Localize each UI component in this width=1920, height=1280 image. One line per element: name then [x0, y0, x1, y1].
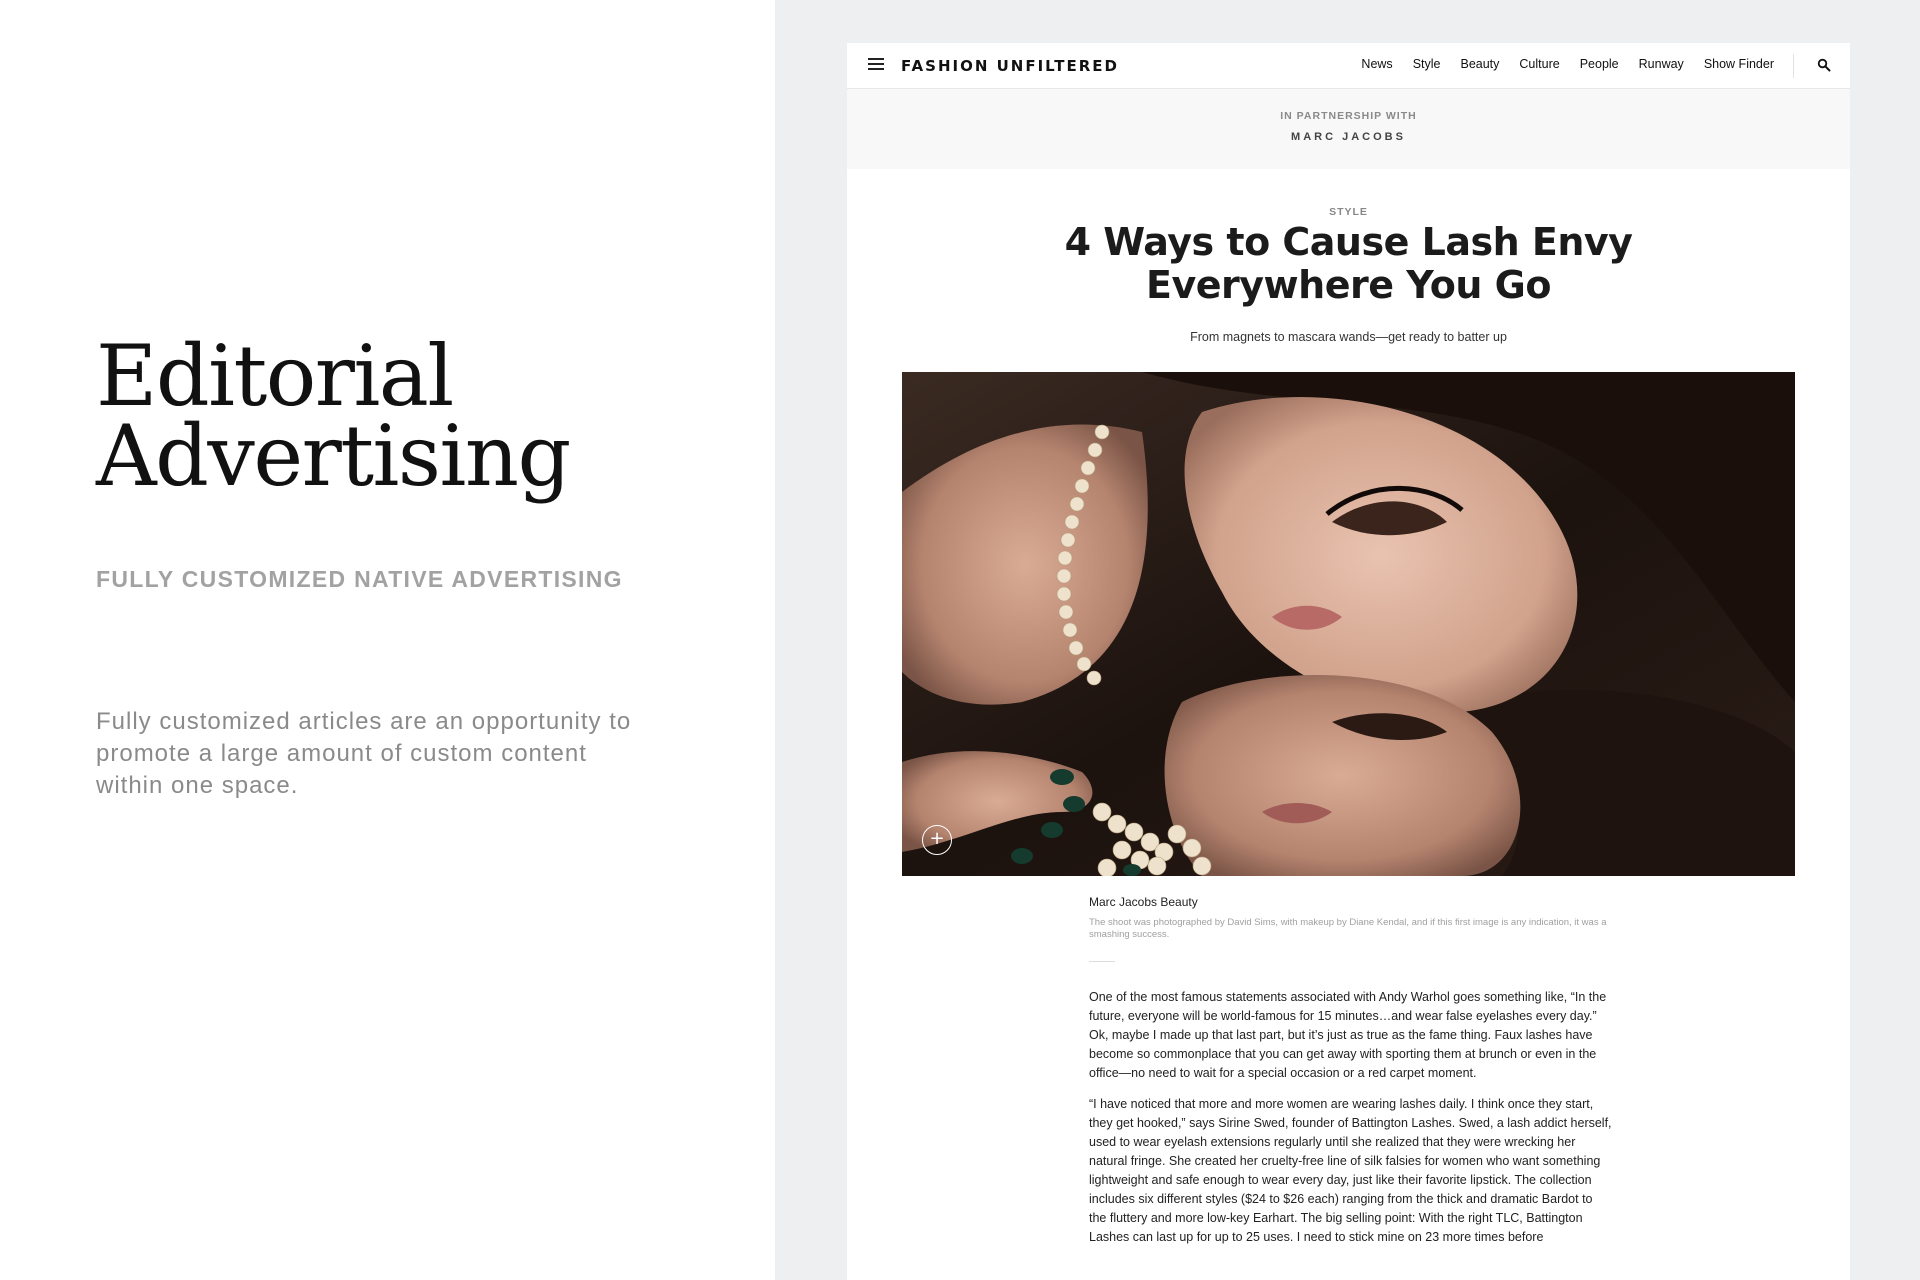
promo-panel: Editorial Advertising FULLY CUSTOMIZED N… — [0, 0, 775, 1280]
promo-subtitle: FULLY CUSTOMIZED NATIVE ADVERTISING — [96, 566, 623, 592]
article-headline: 4 Ways to Cause Lash Envy Everywhere You… — [1064, 220, 1633, 307]
promo-title-line-2: Advertising — [96, 407, 571, 505]
site-logo[interactable]: FASHION UNFILTERED — [901, 57, 1119, 75]
plus-circle-icon[interactable]: + — [922, 825, 952, 855]
caption-text: The shoot was photographed by David Sims… — [1089, 917, 1607, 940]
article-paragraph-1: One of the most famous statements associ… — [1089, 990, 1607, 1080]
hero-image: + — [902, 372, 1795, 876]
nav-item-news[interactable]: News — [1361, 57, 1392, 71]
website-preview: FASHION UNFILTERED News Style Beauty Cul… — [847, 43, 1850, 1280]
nav-item-beauty[interactable]: Beauty — [1460, 57, 1499, 71]
caption-title: Marc Jacobs Beauty — [1089, 895, 1198, 909]
site-header: FASHION UNFILTERED News Style Beauty Cul… — [847, 43, 1850, 89]
nav-divider — [1793, 54, 1794, 78]
promo-title: Editorial Advertising — [96, 327, 716, 505]
article-body: One of the most famous statements associ… — [1089, 988, 1613, 1259]
search-icon[interactable] — [1817, 58, 1831, 72]
nav-item-people[interactable]: People — [1580, 57, 1619, 71]
hero-photo-illustration — [902, 372, 1795, 876]
nav-item-runway[interactable]: Runway — [1639, 57, 1684, 71]
caption-divider — [1089, 961, 1115, 962]
article-category[interactable]: STYLE — [847, 206, 1850, 218]
main-nav: News Style Beauty Culture People Runway … — [1361, 57, 1774, 71]
article-paragraph-2: “I have noticed that more and more women… — [1089, 1097, 1612, 1244]
promo-title-line-1: Editorial — [96, 327, 454, 425]
nav-item-show-finder[interactable]: Show Finder — [1704, 57, 1774, 71]
sponsor-bar: IN PARTNERSHIP WITH MARC JACOBS — [847, 89, 1850, 169]
hamburger-menu-icon[interactable] — [868, 58, 884, 71]
nav-item-culture[interactable]: Culture — [1519, 57, 1559, 71]
sponsor-label: IN PARTNERSHIP WITH — [1280, 110, 1417, 122]
sponsor-brand[interactable]: MARC JACOBS — [847, 131, 1850, 143]
nav-item-style[interactable]: Style — [1413, 57, 1441, 71]
promo-description: Fully customized articles are an opportu… — [96, 708, 632, 799]
article-dek: From magnets to mascara wands—get ready … — [1190, 330, 1507, 344]
